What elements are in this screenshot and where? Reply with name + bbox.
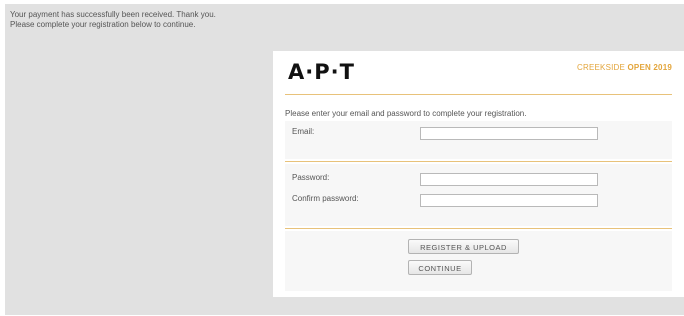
password-label: Password: — [292, 173, 330, 182]
email-label: Email: — [292, 127, 315, 136]
apt-logo: A·P·T — [288, 60, 355, 84]
registration-panel: A·P·T CREEKSIDE OPEN 2019 Please enter y… — [273, 51, 684, 297]
password-section: Password: Confirm password: — [285, 164, 672, 226]
confirm-password-label: Confirm password: — [292, 194, 359, 203]
email-section: Email: — [285, 121, 672, 159]
payment-notice: Your payment has successfully been recei… — [10, 10, 216, 30]
actions-section: REGISTER & UPLOAD CONTINUE — [285, 231, 672, 291]
divider — [285, 161, 672, 162]
divider — [285, 228, 672, 229]
continue-button[interactable]: CONTINUE — [408, 260, 472, 275]
divider — [285, 94, 672, 95]
payment-notice-line-2: Please complete your registration below … — [10, 20, 196, 29]
password-field[interactable] — [420, 173, 598, 186]
registration-intro: Please enter your email and password to … — [285, 109, 527, 118]
register-upload-button[interactable]: REGISTER & UPLOAD — [408, 239, 519, 254]
confirm-password-field[interactable] — [420, 194, 598, 207]
event-title-prefix: CREEKSIDE — [577, 63, 626, 72]
event-title-bold: OPEN 2019 — [627, 63, 672, 72]
event-title: CREEKSIDE OPEN 2019 — [577, 63, 672, 72]
payment-notice-line-1: Your payment has successfully been recei… — [10, 10, 216, 19]
email-field[interactable] — [420, 127, 598, 140]
